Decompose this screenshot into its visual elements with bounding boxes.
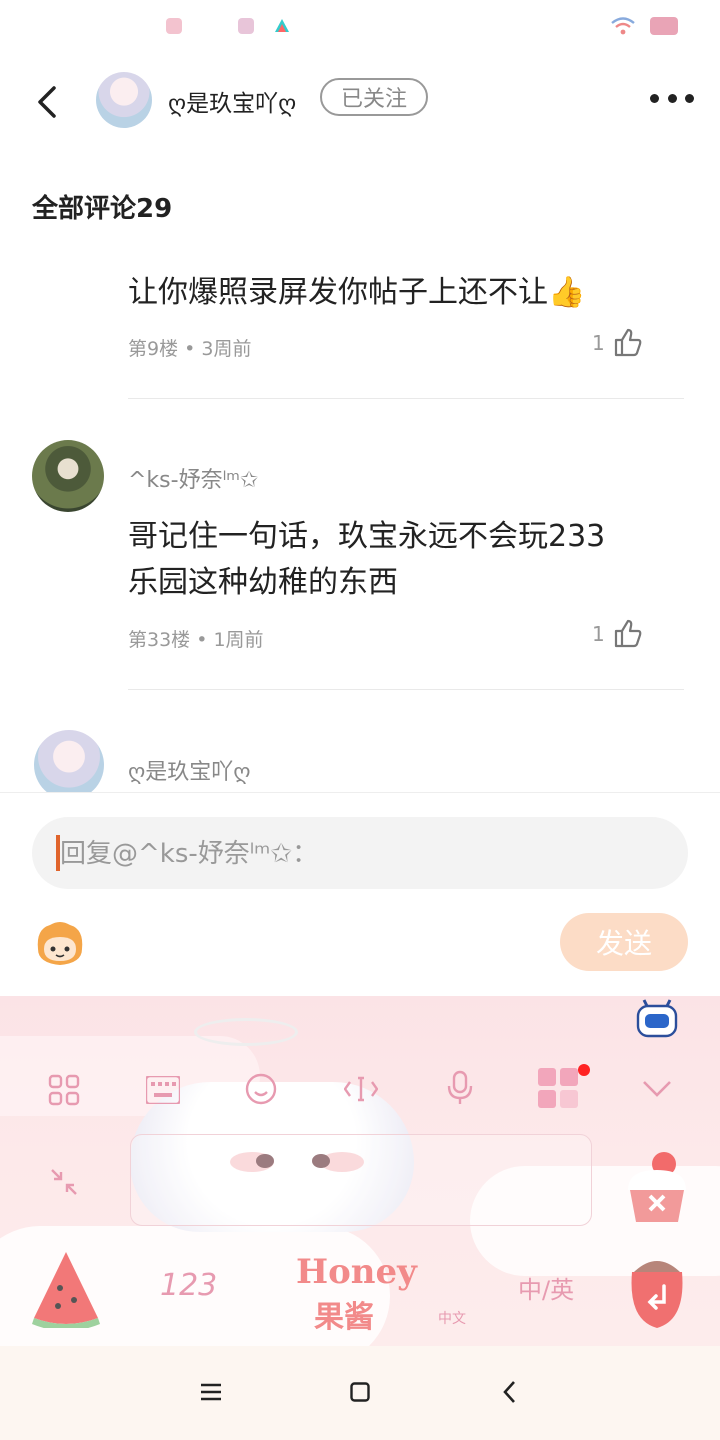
brand-guojiang: 果酱	[314, 1300, 374, 1335]
thumbs-up-icon[interactable]	[612, 326, 644, 358]
halo-decoration	[194, 1018, 298, 1046]
header: ღ是玖宝吖ღ 已关注	[0, 54, 720, 150]
delete-key-icon[interactable]	[622, 1146, 692, 1226]
notification-dot	[578, 1064, 590, 1076]
robot-assistant-icon[interactable]	[636, 998, 678, 1042]
status-bar	[0, 0, 720, 54]
follow-button[interactable]: 已关注	[320, 78, 428, 116]
brand-honey: Honey	[296, 1252, 417, 1292]
username[interactable]: ღ是玖宝吖ღ	[168, 84, 296, 118]
reply-placeholder: 回复@^ks-妤奈ˡᵐ✩：	[60, 839, 319, 869]
reply-panel: 回复@^ks-妤奈ˡᵐ✩： 发送	[0, 792, 720, 997]
watermelon-emoji-key[interactable]	[30, 1248, 102, 1331]
reply-input[interactable]: 回复@^ks-妤奈ˡᵐ✩：	[32, 817, 688, 889]
thumbs-up-icon[interactable]	[612, 617, 644, 649]
collapse-arrows-icon[interactable]	[50, 1168, 78, 1200]
comment-text: 让你爆照录屏发你帖子上还不让👍	[128, 275, 586, 310]
home-icon[interactable]	[350, 1382, 370, 1406]
avatar[interactable]	[96, 72, 152, 128]
like-count: 1	[592, 622, 605, 646]
chevron-down-icon[interactable]	[642, 1080, 672, 1102]
keyboard-icon[interactable]	[144, 1074, 182, 1108]
comment-text-line1: 哥记住一句话，玖宝永远不会玩233	[128, 519, 606, 554]
comments-count-title: 全部评论29	[32, 194, 173, 224]
more-dots-icon[interactable]	[650, 94, 694, 106]
enter-key-icon[interactable]	[626, 1250, 688, 1332]
language-switch-key[interactable]: 中/英	[518, 1270, 574, 1305]
send-button[interactable]: 发送	[560, 913, 688, 971]
comment-meta: 第33楼 • 1周前	[128, 629, 264, 651]
candidate-area[interactable]	[130, 1134, 592, 1226]
menu-icon[interactable]	[200, 1382, 222, 1406]
comment-author[interactable]: ^ks-妤奈ˡᵐ✩	[128, 462, 258, 494]
wifi-icon	[610, 16, 636, 40]
comment-text-line2: 乐园这种幼稚的东西	[128, 565, 398, 600]
toolbox-icon[interactable]	[538, 1068, 580, 1114]
divider	[128, 398, 684, 399]
divider	[128, 689, 684, 690]
microphone-icon[interactable]	[446, 1070, 474, 1110]
notification-app-icon	[166, 18, 182, 34]
comment-meta: 第9楼 • 3周前	[128, 338, 252, 360]
notification-app-icon	[238, 18, 254, 34]
mascot-emoji-icon[interactable]	[32, 919, 88, 967]
chevron-left-icon[interactable]	[30, 82, 66, 122]
apps-grid-icon[interactable]	[48, 1074, 80, 1110]
avatar[interactable]	[34, 730, 104, 800]
comment-author[interactable]: ღ是玖宝吖ღ	[128, 754, 251, 786]
avatar[interactable]	[32, 440, 104, 512]
battery-icon	[650, 17, 678, 35]
back-nav-icon[interactable]	[502, 1380, 518, 1408]
keyboard: 123 Honey 果酱 中文 中/英	[0, 996, 720, 1346]
like-count: 1	[592, 331, 605, 355]
cursor-move-icon[interactable]	[343, 1074, 379, 1108]
system-nav-bar	[0, 1346, 720, 1440]
space-key-label[interactable]: 中文	[438, 1308, 466, 1328]
numeric-key[interactable]: 123	[160, 1268, 217, 1303]
notification-app-icon	[274, 18, 290, 34]
emoji-icon[interactable]	[244, 1072, 278, 1110]
